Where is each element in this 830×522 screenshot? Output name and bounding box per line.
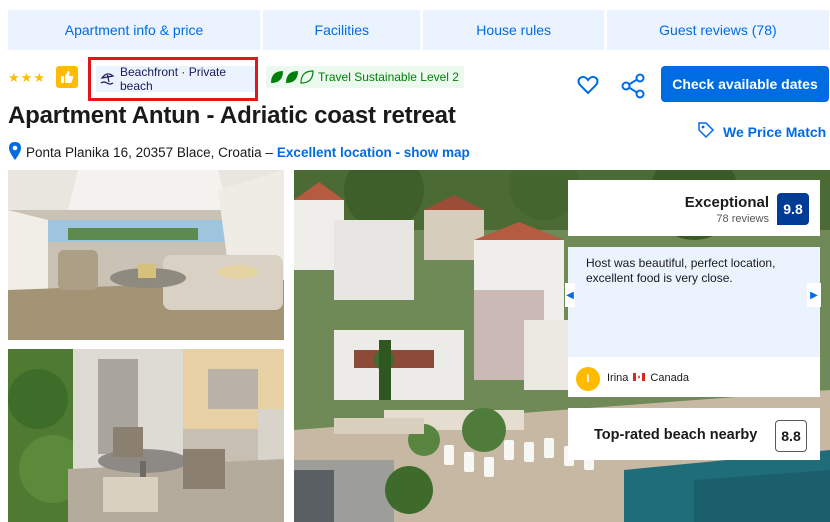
heart-icon[interactable]: [576, 73, 600, 97]
canada-flag-icon: [633, 372, 646, 384]
beach-umbrella-icon: [100, 71, 116, 88]
page-title: Apartment Antun - Adriatic coast retreat: [8, 102, 456, 129]
photo-terrace-dining[interactable]: [8, 349, 284, 522]
chevron-right-icon[interactable]: ▶: [807, 283, 821, 307]
guest-review-card[interactable]: Host was beautiful, perfect location, ex…: [568, 247, 820, 397]
reviewer-footer: [568, 357, 820, 397]
check-available-dates-button[interactable]: Check available dates: [661, 66, 829, 102]
star-icon: ★: [20, 70, 33, 85]
property-tabs: Apartment info & price Facilities House …: [8, 10, 829, 50]
thumbs-up-icon[interactable]: [56, 66, 78, 88]
review-text: Host was beautiful, perfect location, ex…: [586, 256, 776, 285]
star-icon: ★: [8, 70, 20, 85]
photo-balcony-lounge[interactable]: [8, 170, 284, 340]
share-icon[interactable]: [620, 73, 646, 99]
beach-rating-card[interactable]: Top-rated beach nearby 8.8: [568, 408, 820, 460]
review-score-badge: 9.8: [777, 193, 809, 225]
tab-apartment-info[interactable]: Apartment info & price: [8, 10, 261, 50]
address-text: Ponta Planika 16, 20357 Blace, Croatia –: [26, 145, 273, 160]
tab-house-rules[interactable]: House rules: [423, 10, 604, 50]
reviewer-country: Canada: [650, 372, 689, 384]
sustainability-label: Travel Sustainable Level 2: [318, 70, 459, 84]
leaf-icons: [270, 70, 314, 84]
address-row: Ponta Planika 16, 20357 Blace, Croatia –…: [8, 141, 470, 164]
reviewer-name: Irina: [607, 372, 629, 384]
star-icon: ★: [33, 70, 45, 85]
reviewer-info: Irina Canada: [607, 372, 689, 384]
tab-guest-reviews[interactable]: Guest reviews (78): [606, 10, 829, 50]
beachfront-label: Beachfront · Private beach: [120, 65, 227, 93]
avatar: I: [576, 367, 600, 391]
beach-rating-label: Top-rated beach nearby: [594, 427, 758, 443]
price-match-label: We Price Match: [723, 123, 827, 140]
leaf-icon: [286, 71, 298, 83]
leaf-icon: [300, 70, 314, 84]
leaf-icon: [271, 71, 283, 83]
sustainability-badge[interactable]: Travel Sustainable Level 2: [266, 66, 464, 88]
reviews-count: 78 reviews: [716, 213, 769, 225]
star-rating: ★ ★ ★: [8, 70, 45, 86]
rating-label: Exceptional: [684, 194, 769, 211]
price-match-link[interactable]: We Price Match: [697, 121, 826, 142]
rating-card[interactable]: Exceptional 78 reviews 9.8: [568, 180, 820, 236]
beach-score-badge: 8.8: [775, 420, 807, 452]
tab-facilities[interactable]: Facilities: [263, 10, 421, 50]
beachfront-badge[interactable]: Beachfront · Private beach: [96, 65, 255, 93]
chevron-left-icon[interactable]: ◀: [565, 283, 575, 307]
show-map-link[interactable]: Excellent location - show map: [277, 145, 470, 160]
price-tag-icon: [697, 121, 715, 142]
beachfront-highlight: Beachfront · Private beach: [88, 57, 258, 101]
map-pin-icon: [8, 141, 22, 164]
